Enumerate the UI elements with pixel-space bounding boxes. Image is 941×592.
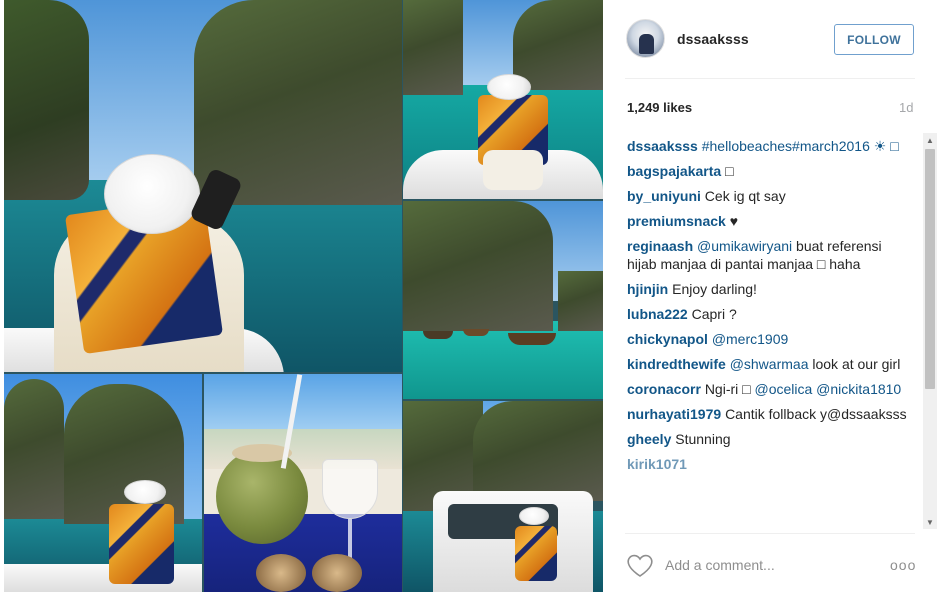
avatar[interactable] — [626, 19, 665, 58]
comment-text: Ngi-ri □ — [704, 381, 751, 397]
comment-username[interactable]: premiumsnack — [627, 213, 726, 229]
comment-mention[interactable]: @shwarmaa — [730, 356, 809, 372]
comment-item: kindredthewife @shwarmaa look at our gir… — [627, 355, 913, 373]
follow-button[interactable]: FOLLOW — [834, 24, 914, 55]
likes-count[interactable]: 1,249 likes — [627, 100, 692, 115]
comment-username[interactable]: reginaash — [627, 238, 693, 254]
comment-mention[interactable]: @umikawiryani — [697, 238, 792, 254]
comment-item: by_uniyuni Cek ig qt say — [627, 187, 913, 205]
comment-mention[interactable]: @ocelica @nickita1810 — [755, 381, 902, 397]
comment-item: bagspajakarta □ — [627, 162, 913, 180]
comment-username[interactable]: chickynapol — [627, 331, 708, 347]
photo-tile-bottom-middle — [204, 374, 402, 592]
header-divider — [625, 78, 915, 79]
post-age[interactable]: 1d — [899, 100, 913, 115]
comment-item: gheely Stunning — [627, 430, 913, 448]
photo-tile-top-right — [403, 0, 603, 199]
comment-text: Capri ? — [691, 306, 737, 322]
comment-username[interactable]: kindredthewife — [627, 356, 726, 372]
comment-username[interactable]: gheely — [627, 431, 671, 447]
more-options-icon[interactable]: ooo — [890, 557, 916, 573]
comment-item: nurhayati1979 Cantik follback y@dssaakss… — [627, 405, 913, 423]
comment-text: Stunning — [675, 431, 731, 447]
footer-divider — [625, 533, 915, 534]
add-comment-input[interactable]: Add a comment... — [665, 557, 775, 573]
post-header: dssaaksss FOLLOW — [603, 0, 941, 80]
comment-username[interactable]: kirik1071 — [627, 456, 687, 472]
photo-tile-bottom-right — [403, 401, 603, 592]
photo-tile-bottom-left — [4, 374, 202, 592]
comments-scrollbar[interactable]: ▲ ▼ — [923, 133, 937, 529]
comment-username[interactable]: coronacorr — [627, 381, 701, 397]
comment-item: premiumsnack ♥ — [627, 212, 913, 230]
post-author-username[interactable]: dssaaksss — [677, 31, 749, 47]
post-photo-collage[interactable] — [4, 0, 603, 592]
comment-username[interactable]: hjinjin — [627, 281, 668, 297]
comment-item: hjinjin Enjoy darling! — [627, 280, 913, 298]
comment-item: lubna222 Capri ? — [627, 305, 913, 323]
photo-tile-large — [4, 0, 402, 372]
comment-mention[interactable]: @merc1909 — [712, 331, 788, 347]
comment-text: Cek ig qt say — [704, 188, 786, 204]
post-side-panel: dssaaksss FOLLOW 1,249 likes 1d dssaakss… — [603, 0, 941, 592]
photo-tile-middle-right — [403, 201, 603, 399]
comment-item: coronacorr Ngi-ri □ @ocelica @nickita181… — [627, 380, 913, 398]
comment-item: dssaaksss #hellobeaches#march2016 ☀ □ — [627, 137, 913, 155]
comment-text: Cantik follback y@dssaaksss — [725, 406, 907, 422]
comment-item: kirik1071 — [627, 455, 913, 473]
comment-item: reginaash @umikawiryani buat referensi h… — [627, 237, 913, 273]
comment-username[interactable]: lubna222 — [627, 306, 688, 322]
comment-username[interactable]: nurhayati1979 — [627, 406, 721, 422]
comments-list: dssaaksss #hellobeaches#march2016 ☀ □ bag… — [627, 137, 913, 531]
comment-item: chickynapol @merc1909 — [627, 330, 913, 348]
comment-text: look at our girl — [812, 356, 901, 372]
comment-username[interactable]: dssaaksss — [627, 138, 698, 154]
comment-username[interactable]: by_uniyuni — [627, 188, 701, 204]
comment-username[interactable]: bagspajakarta — [627, 163, 721, 179]
comment-text: Enjoy darling! — [672, 281, 757, 297]
comment-text: ♥ — [729, 213, 739, 229]
scroll-up-arrow-icon[interactable]: ▲ — [923, 133, 937, 147]
heart-outline-icon[interactable] — [626, 553, 654, 578]
scroll-down-arrow-icon[interactable]: ▼ — [923, 515, 937, 529]
comment-text: #hellobeaches#march2016 ☀ □ — [701, 138, 899, 154]
scroll-thumb[interactable] — [925, 149, 935, 389]
comment-text: □ — [725, 163, 734, 179]
